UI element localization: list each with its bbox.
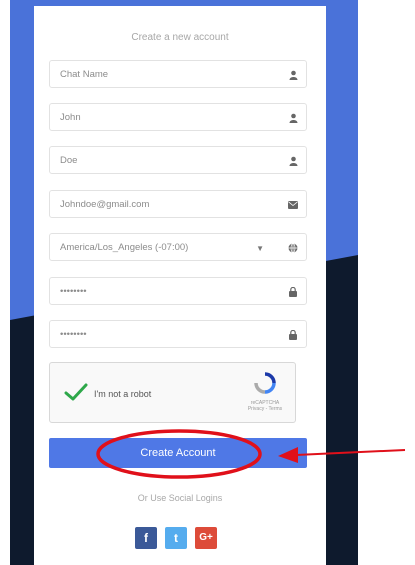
facebook-icon[interactable]: f bbox=[135, 527, 157, 549]
user-icon bbox=[288, 70, 298, 80]
social-logins-text: Or Use Social Logins bbox=[137, 493, 223, 503]
email-field[interactable]: Johndoe@gmail.com bbox=[49, 190, 307, 218]
user-icon bbox=[288, 156, 298, 166]
envelope-icon bbox=[288, 200, 298, 210]
last-name-value: Doe bbox=[60, 155, 78, 166]
chat-name-field[interactable]: Chat Name bbox=[49, 60, 307, 88]
lock-icon bbox=[288, 330, 298, 340]
google-plus-icon[interactable]: G+ bbox=[195, 527, 217, 549]
email-value: Johndoe@gmail.com bbox=[60, 199, 150, 210]
lock-icon bbox=[288, 287, 298, 297]
first-name-value: John bbox=[60, 112, 81, 123]
confirm-password-value: •••••••• bbox=[60, 329, 87, 340]
chat-name-value: Chat Name bbox=[60, 69, 109, 80]
globe-icon bbox=[288, 243, 298, 253]
recaptcha-icon bbox=[254, 372, 276, 394]
recaptcha-logo: reCAPTCHA Privacy - Terms bbox=[245, 371, 285, 412]
form-title: Create a new account bbox=[131, 32, 229, 43]
timezone-value: America/Los_Angeles (-07:00) bbox=[60, 242, 189, 253]
password-field[interactable]: •••••••• bbox=[49, 277, 307, 305]
recaptcha-widget[interactable]: I'm not a robot reCAPTCHA Privacy - Term… bbox=[49, 362, 296, 423]
last-name-field[interactable]: Doe bbox=[49, 146, 307, 174]
twitter-icon[interactable]: t bbox=[165, 527, 187, 549]
create-account-button[interactable]: Create Account bbox=[49, 438, 307, 468]
timezone-select[interactable]: America/Los_Angeles (-07:00) ▼ bbox=[49, 233, 307, 261]
caret-down-icon: ▼ bbox=[256, 244, 264, 253]
user-icon bbox=[288, 113, 298, 123]
signup-card: Create a new account Chat Name John Doe … bbox=[34, 6, 326, 565]
recaptcha-label: I'm not a robot bbox=[94, 389, 152, 399]
password-value: •••••••• bbox=[60, 286, 87, 297]
checkmark-icon[interactable] bbox=[64, 382, 88, 407]
confirm-password-field[interactable]: •••••••• bbox=[49, 320, 307, 348]
first-name-field[interactable]: John bbox=[49, 103, 307, 131]
recaptcha-links[interactable]: Privacy - Terms bbox=[245, 406, 285, 412]
